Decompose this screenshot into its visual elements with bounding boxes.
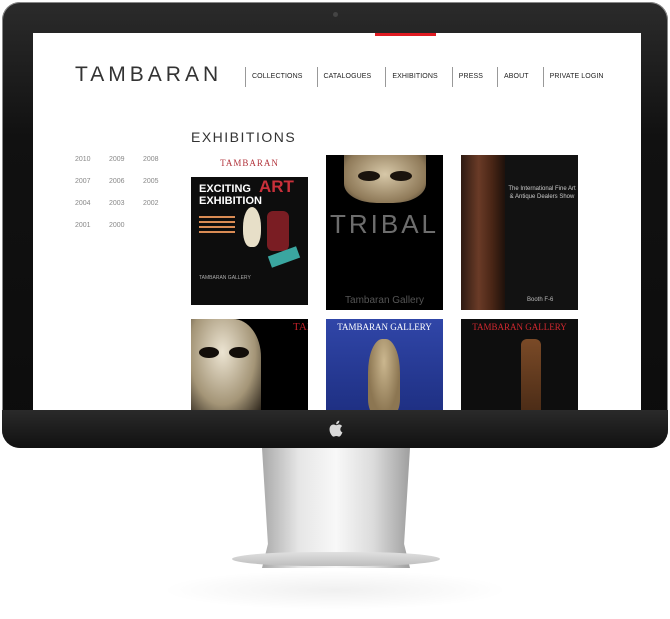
tile-title: TAMBARAN GALLERY xyxy=(337,322,432,332)
year-link[interactable]: 2000 xyxy=(109,220,143,232)
nav-catalogues[interactable]: CATALOGUES xyxy=(316,67,386,87)
year-link[interactable]: 2008 xyxy=(143,154,177,166)
poster-heading-art: ART xyxy=(259,177,294,196)
screen: TAMBARAN COLLECTIONS CATALOGUES EXHIBITI… xyxy=(33,33,641,413)
poster-footer: TAMBARAN GALLERY xyxy=(199,275,251,281)
site-logo[interactable]: TAMBARAN xyxy=(75,63,222,87)
tile-title: TAMBARAN GALLERY xyxy=(472,322,567,332)
mask-image xyxy=(344,155,426,203)
nav-press[interactable]: PRESS xyxy=(451,67,497,87)
exhibition-tile-exciting-art[interactable]: TAMBARAN EXCITING EXHIBITION ART TAMBARA… xyxy=(191,155,308,305)
exhibition-tile-art-fair[interactable]: The International Fine Art & Antique Dea… xyxy=(461,155,578,310)
tile-subtitle: Tambaran Gallery xyxy=(345,295,424,306)
exhibition-tile-figure[interactable]: TAMBARAN GALLERY xyxy=(326,319,443,413)
nav-about[interactable]: ABOUT xyxy=(497,67,543,87)
camera-icon xyxy=(333,12,338,17)
tile-title: TRIBAL xyxy=(329,209,440,239)
sculpture-image xyxy=(521,339,541,413)
poster-text-lines xyxy=(199,213,239,236)
year-link[interactable]: 2005 xyxy=(143,176,177,188)
carving-image xyxy=(267,211,289,251)
year-link[interactable]: 2009 xyxy=(109,154,143,166)
carving-image xyxy=(461,155,505,310)
year-link[interactable]: 2003 xyxy=(109,198,143,210)
exhibition-tile-mask[interactable]: TAMBA xyxy=(191,319,308,413)
active-nav-indicator xyxy=(375,33,436,36)
poster-brand: TAMBARAN xyxy=(220,158,279,168)
year-link[interactable]: 2006 xyxy=(109,176,143,188)
nav-private-login[interactable]: PRIVATE LOGIN xyxy=(542,67,618,87)
year-link[interactable]: 2002 xyxy=(143,198,177,210)
tile-caption: Booth F-6 xyxy=(527,297,554,303)
year-link[interactable]: 2010 xyxy=(75,154,109,166)
year-link[interactable]: 2001 xyxy=(75,220,109,232)
page-title: EXHIBITIONS xyxy=(191,129,297,145)
monitor-frame: TAMBARAN COLLECTIONS CATALOGUES EXHIBITI… xyxy=(2,2,668,448)
apple-icon xyxy=(329,420,343,437)
stand-base xyxy=(232,552,440,566)
tile-title-vertical: TAMBA xyxy=(293,321,308,333)
figure-image xyxy=(368,339,400,413)
exhibition-tile-tribal[interactable]: TRIBAL Tambaran Gallery xyxy=(326,155,443,310)
stand-reflection xyxy=(160,570,510,610)
monitor-stand xyxy=(262,448,410,568)
poster-heading: EXCITING xyxy=(199,183,251,195)
nav-exhibitions[interactable]: EXHIBITIONS xyxy=(385,67,451,87)
year-link[interactable]: 2004 xyxy=(75,198,109,210)
year-filter: 2010 2009 2008 2007 2006 2005 2004 2003 … xyxy=(75,154,177,232)
mask-image xyxy=(243,207,261,247)
nav-collections[interactable]: COLLECTIONS xyxy=(245,67,317,87)
tile-title: The International Fine Art & Antique Dea… xyxy=(508,186,576,200)
year-link[interactable]: 2007 xyxy=(75,176,109,188)
main-nav: COLLECTIONS CATALOGUES EXHIBITIONS PRESS… xyxy=(245,67,618,87)
poster-heading: EXHIBITION xyxy=(199,195,262,207)
mask-image xyxy=(191,319,261,413)
exhibition-tile-sculpture[interactable]: TAMBARAN GALLERY xyxy=(461,319,578,413)
